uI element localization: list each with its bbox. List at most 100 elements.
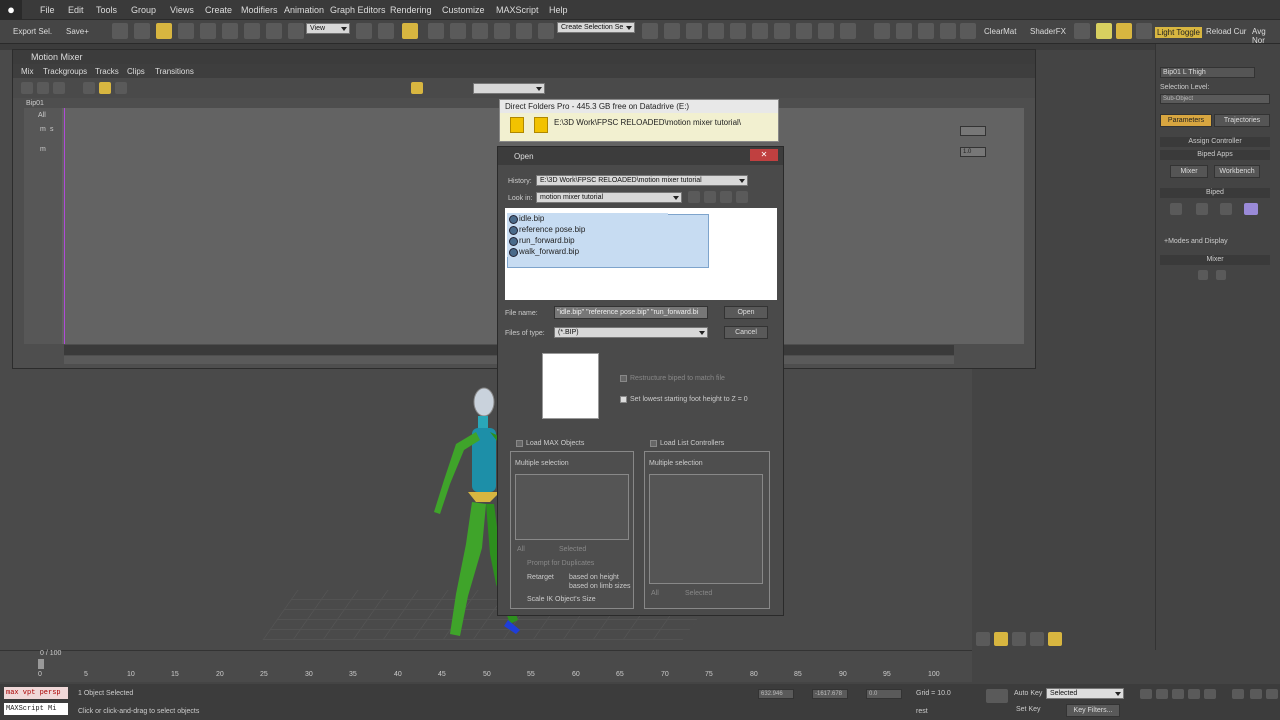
- key-filters-button[interactable]: Key Filters...: [1066, 704, 1120, 717]
- frame-counter[interactable]: 0 / 100: [40, 650, 61, 657]
- mixer-mode-icon[interactable]: [1244, 203, 1258, 215]
- solo-toggle[interactable]: s: [50, 126, 54, 133]
- selected-radio-2[interactable]: Selected: [685, 590, 712, 597]
- all-radio-2[interactable]: All: [651, 590, 659, 597]
- app-logo-icon[interactable]: ●: [0, 0, 22, 20]
- mixer-tool-5-icon[interactable]: [115, 82, 127, 94]
- set-lowest-checkbox[interactable]: [620, 396, 627, 403]
- set-key-button[interactable]: Set Key: [1016, 706, 1041, 713]
- save-mix-icon[interactable]: [1216, 270, 1226, 280]
- menu-edit[interactable]: Edit: [68, 5, 84, 15]
- file-list[interactable]: idle.bip reference pose.bip run_forward.…: [505, 208, 777, 300]
- max-objects-list[interactable]: [515, 474, 629, 540]
- menu-help[interactable]: Help: [549, 5, 568, 15]
- shaderfx-button[interactable]: ShaderFX: [1030, 27, 1066, 36]
- prev-frame-icon[interactable]: [1156, 689, 1168, 699]
- menu-customize[interactable]: Customize: [442, 5, 485, 15]
- up-folder-icon[interactable]: [704, 191, 716, 203]
- based-height-label[interactable]: based on height: [569, 574, 619, 581]
- rendered-frame-icon[interactable]: [774, 23, 790, 39]
- trajectories-tab[interactable]: Trajectories: [1214, 114, 1270, 127]
- menu-views[interactable]: Views: [170, 5, 194, 15]
- undo-icon[interactable]: [112, 23, 128, 39]
- file-item[interactable]: idle.bip: [507, 213, 668, 224]
- file-item[interactable]: walk_forward.bip: [507, 246, 668, 257]
- named-selection-set-select[interactable]: Create Selection Se: [557, 22, 635, 33]
- all-radio[interactable]: All: [517, 546, 525, 553]
- vertex-icon[interactable]: [1116, 23, 1132, 39]
- menu-create[interactable]: Create: [205, 5, 232, 15]
- folder-open-icon[interactable]: [534, 117, 548, 133]
- menu-file[interactable]: File: [40, 5, 55, 15]
- open-button[interactable]: Open: [724, 306, 768, 319]
- mirror-icon[interactable]: [516, 23, 532, 39]
- mixer-button[interactable]: Mixer: [1170, 165, 1208, 178]
- retarget-label[interactable]: Retarget: [527, 574, 554, 581]
- biped-apps-rollout[interactable]: Biped Apps: [1160, 150, 1270, 160]
- menu-maxscript[interactable]: MAXScript: [496, 5, 539, 15]
- save-plus-button[interactable]: Save+: [66, 27, 89, 36]
- mixer-menu-mix[interactable]: Mix: [21, 67, 33, 76]
- folder-icon[interactable]: [510, 117, 524, 133]
- zoom-icon[interactable]: [976, 632, 990, 646]
- maxscript-listener[interactable]: max vpt persp: [4, 687, 68, 699]
- load-max-checkbox[interactable]: [516, 440, 523, 447]
- mixer-menu-trackgroups[interactable]: Trackgroups: [43, 67, 87, 76]
- pivot-icon[interactable]: [356, 23, 372, 39]
- select-manipulate-icon[interactable]: [378, 23, 394, 39]
- environment-icon[interactable]: [840, 23, 856, 39]
- reload-cur-button[interactable]: Reload Cur: [1206, 27, 1246, 36]
- light-toggle-button[interactable]: Light Toggle: [1155, 27, 1202, 38]
- schematic-view-icon[interactable]: [708, 23, 724, 39]
- mixer-menu-tracks[interactable]: Tracks: [95, 67, 119, 76]
- zoom-all-icon[interactable]: [994, 632, 1008, 646]
- time-slider[interactable]: [38, 659, 44, 669]
- layer-manager-icon[interactable]: [642, 23, 658, 39]
- align-icon[interactable]: [538, 23, 554, 39]
- go-end-icon[interactable]: [1204, 689, 1216, 699]
- object-name-field[interactable]: Bip01 L Thigh: [1160, 67, 1255, 78]
- mixer-tool-2-icon[interactable]: [37, 82, 49, 94]
- cloth-icon[interactable]: [918, 23, 934, 39]
- subobject-field[interactable]: Sub-Object: [1160, 94, 1270, 104]
- select-by-name-icon[interactable]: [178, 23, 194, 39]
- lookin-select[interactable]: motion mixer tutorial: [536, 192, 682, 203]
- angle-snap-icon[interactable]: [428, 23, 444, 39]
- menu-rendering[interactable]: Rendering: [390, 5, 432, 15]
- weight-field-2[interactable]: 1.0: [960, 147, 986, 157]
- go-start-icon[interactable]: [1140, 689, 1152, 699]
- mixer-time-cursor[interactable]: [64, 108, 65, 344]
- mixer-tool-6-icon[interactable]: [411, 82, 423, 94]
- list-controllers-list[interactable]: [649, 474, 763, 584]
- redo-icon[interactable]: [134, 23, 150, 39]
- menu-tools[interactable]: Tools: [96, 5, 117, 15]
- reference-coordinate-select[interactable]: View: [306, 23, 350, 34]
- file-item[interactable]: run_forward.bip: [507, 235, 668, 246]
- light-bulb-icon[interactable]: [1096, 23, 1112, 39]
- render-production-icon[interactable]: [818, 23, 834, 39]
- edit-named-selection-icon[interactable]: [494, 23, 510, 39]
- load-mix-icon[interactable]: [1198, 270, 1208, 280]
- cancel-button[interactable]: Cancel: [724, 326, 768, 339]
- mute-toggle[interactable]: m: [40, 126, 46, 133]
- mixer-rollout[interactable]: Mixer: [1160, 255, 1270, 265]
- mixer-menu-clips[interactable]: Clips: [127, 67, 145, 76]
- filetype-select[interactable]: (*.BIP): [554, 327, 708, 338]
- printer-icon[interactable]: [896, 23, 912, 39]
- z-coordinate[interactable]: 0.0: [866, 689, 902, 699]
- footstep-mode-icon[interactable]: [1196, 203, 1208, 215]
- cube-icon[interactable]: [1074, 23, 1090, 39]
- workbench-button[interactable]: Workbench: [1214, 165, 1260, 178]
- maximize-viewport-icon[interactable]: [1048, 632, 1062, 646]
- file-item[interactable]: reference pose.bip: [507, 224, 668, 235]
- pan-icon[interactable]: [1030, 632, 1044, 646]
- snap-toggle-icon[interactable]: [402, 23, 418, 39]
- menu-group[interactable]: Group: [131, 5, 156, 15]
- x-coordinate[interactable]: 632.946: [758, 689, 794, 699]
- maxscript-mini[interactable]: MAXScript Mi: [4, 703, 68, 715]
- clearmat-button[interactable]: ClearMat: [984, 27, 1016, 36]
- tex-icon[interactable]: [1136, 23, 1152, 39]
- motion-flow-icon[interactable]: [1220, 203, 1232, 215]
- y-coordinate[interactable]: -1617.678: [812, 689, 848, 699]
- time-config-icon[interactable]: [1266, 689, 1278, 699]
